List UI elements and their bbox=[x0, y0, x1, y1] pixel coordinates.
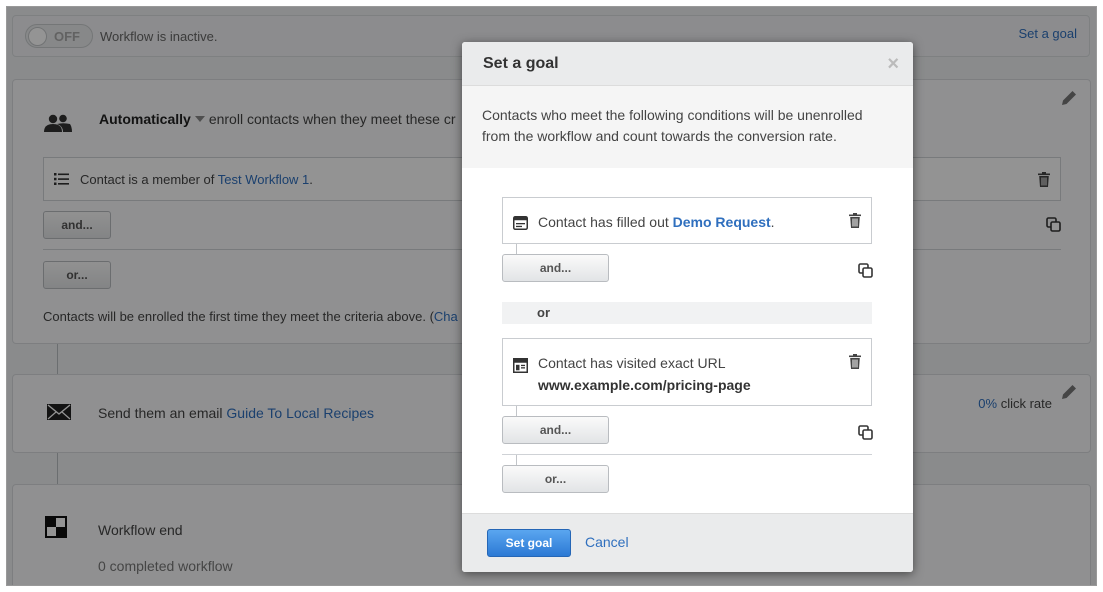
condition-and-button[interactable]: and... bbox=[502, 254, 609, 282]
close-icon[interactable]: × bbox=[887, 53, 899, 76]
cancel-link[interactable]: Cancel bbox=[585, 534, 629, 550]
modal-description-area: Contacts who meet the following conditio… bbox=[462, 86, 913, 168]
or-label: or bbox=[537, 305, 550, 320]
modal-header: Set a goal × bbox=[462, 42, 913, 86]
copy-icon[interactable] bbox=[858, 263, 873, 278]
condition-prefix: Contact has filled out bbox=[538, 214, 673, 230]
or-separator: or bbox=[502, 302, 872, 324]
trash-icon[interactable] bbox=[849, 354, 861, 369]
app-frame: OFF Workflow is inactive. Set a goal Aut… bbox=[6, 6, 1097, 586]
condition-or-button[interactable]: or... bbox=[502, 465, 609, 493]
connector-line bbox=[516, 406, 517, 416]
form-name-link[interactable]: Demo Request bbox=[673, 214, 771, 230]
condition-suffix: . bbox=[770, 214, 775, 230]
connector-line bbox=[516, 244, 517, 254]
set-goal-button[interactable]: Set goal bbox=[487, 529, 571, 557]
modal-title: Set a goal bbox=[483, 55, 559, 72]
condition-url: www.example.com/pricing-page bbox=[538, 377, 751, 393]
condition-and-button[interactable]: and... bbox=[502, 416, 609, 444]
condition-text: Contact has visited exact URL bbox=[538, 355, 726, 371]
goal-condition: Contact has visited exact URL www.exampl… bbox=[502, 338, 872, 406]
modal-footer: Set goal Cancel bbox=[462, 513, 913, 572]
modal-description: Contacts who meet the following conditio… bbox=[482, 107, 863, 144]
copy-icon[interactable] bbox=[858, 425, 873, 440]
trash-icon[interactable] bbox=[849, 213, 861, 228]
page-icon bbox=[513, 358, 528, 373]
goal-condition: Contact has filled out Demo Request. bbox=[502, 197, 872, 244]
condition-text: Contact has filled out Demo Request. bbox=[538, 214, 775, 230]
connector-line bbox=[516, 455, 517, 465]
set-goal-modal: Set a goal × Contacts who meet the follo… bbox=[462, 42, 913, 572]
form-icon bbox=[513, 216, 528, 230]
divider bbox=[502, 454, 872, 455]
